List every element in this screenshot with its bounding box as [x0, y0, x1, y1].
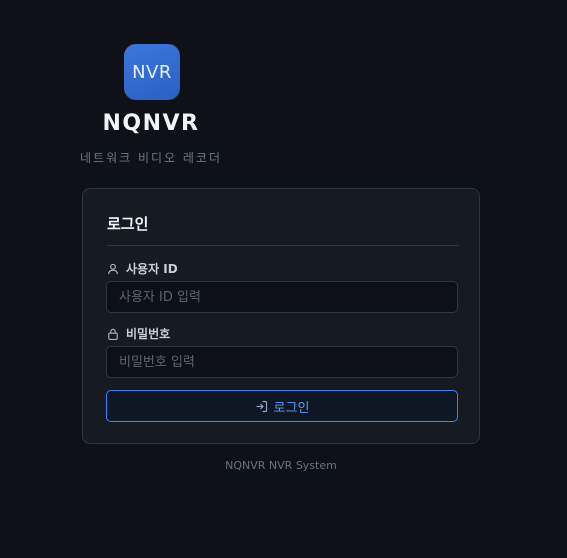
app-logo: NVR — [124, 44, 180, 100]
user-id-label-text: 사용자 ID — [126, 262, 178, 276]
card-divider — [107, 245, 459, 246]
login-page: NVR NQNVR 네트워크 비디오 레코더 로그인 사용자 ID 비밀번호 — [0, 0, 567, 558]
password-label: 비밀번호 — [107, 325, 170, 342]
password-label-text: 비밀번호 — [126, 327, 171, 341]
user-id-label: 사용자 ID — [107, 260, 178, 277]
login-button[interactable]: 로그인 — [106, 390, 458, 422]
login-card: 로그인 사용자 ID 비밀번호 — [82, 188, 480, 444]
user-icon — [107, 263, 119, 275]
app-subtitle: 네트워크 비디오 레코더 — [79, 151, 223, 165]
app-name: NQNVR — [102, 111, 200, 136]
sign-in-icon — [255, 400, 268, 413]
logo-text: NVR — [132, 61, 172, 83]
user-id-input[interactable] — [106, 281, 458, 313]
lock-icon — [107, 328, 119, 340]
login-button-label: 로그인 — [273, 399, 310, 415]
footer-text: NQNVR NVR System — [225, 459, 337, 472]
password-input[interactable] — [106, 346, 458, 378]
card-title: 로그인 — [107, 215, 149, 233]
